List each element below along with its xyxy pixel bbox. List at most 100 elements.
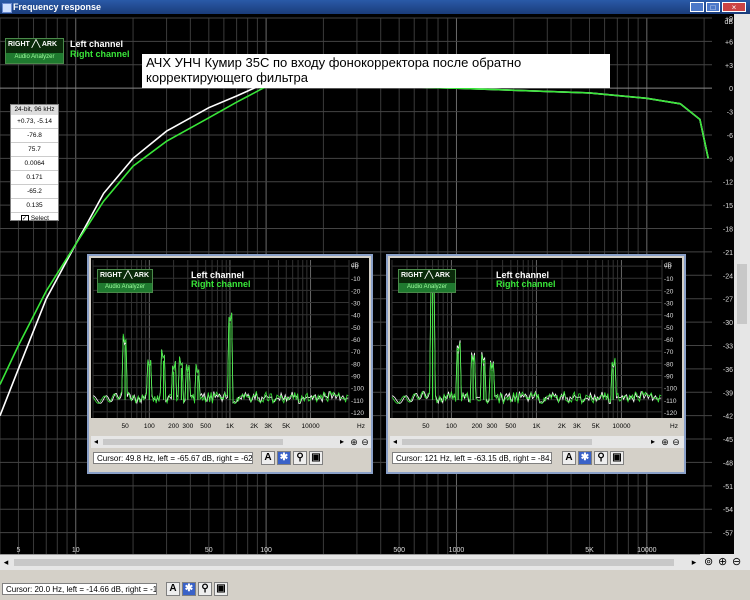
y-tick-label: -15 [723,203,733,210]
y-tick-label: -120 [351,410,364,417]
x-tick-label: 300 [182,423,193,430]
inset-legend-right: Right channel [191,279,251,289]
y-tick-label: -42 [723,414,733,421]
x-tick-label: 200 [472,423,483,430]
inset-plot[interactable]: +0 -10 -20 -30 -40 -50 -60 -70 -80 -90 -100 -110 -12… [91,258,369,436]
zoom-icon[interactable]: ⚲ [293,451,307,465]
info-value: 0.0064 [11,157,58,171]
zoom-controls: ⊚ ⊕ ⊖ [700,554,750,570]
x-tick-label: 2K [558,423,567,430]
y-tick-label: -10 [664,276,674,283]
vertical-scrollbar[interactable] [734,14,750,554]
minimize-button[interactable]: _ [690,2,704,12]
inset-horizontal-scrollbar[interactable]: ◂ ▸ ⊕ ⊖ [390,436,684,448]
zoom-in-icon[interactable]: ⊕ [349,436,359,448]
y-tick-label: -100 [664,386,677,393]
y-tick-label: -20 [664,288,674,295]
x-tick-label: 100 [446,423,457,430]
inset-statusbar: Cursor: 49.8 Hz, left = -65.67 dB, right… [91,448,371,472]
app-icon [2,3,12,13]
x-tick-label: 500 [505,423,516,430]
y-axis-unit: dB [664,262,672,269]
y-tick-label: -27 [723,297,733,304]
settings-icon[interactable]: ✱ [578,451,592,465]
inset-right-spectrum[interactable]: +0 -10 -20 -30 -40 -50 -60 -70 -80 -90 -100 -110 -12… [386,254,686,474]
y-tick-label: -30 [723,320,733,327]
x-tick-label: 2K [250,423,259,430]
y-tick-label: -40 [664,313,674,320]
save-icon[interactable]: ▣ [610,451,624,465]
cursor-readout: Cursor: 49.8 Hz, left = -65.67 dB, right… [93,452,253,464]
save-icon[interactable]: ▣ [309,451,323,465]
scroll-right-arrow-icon[interactable]: ▸ [337,436,347,448]
legend-left-channel: Left channel [70,39,124,49]
zoom-in-icon[interactable]: ⊕ [660,436,670,448]
zoom-out-icon[interactable]: ⊖ [732,555,741,568]
inset-horizontal-scrollbar[interactable]: ◂ ▸ ⊕ ⊖ [91,436,371,448]
horizontal-scrollbar[interactable]: ◂ ▸ [0,554,700,570]
scroll-left-arrow-icon[interactable]: ◂ [91,436,101,448]
y-tick-label: -60 [664,337,674,344]
scroll-thumb[interactable] [737,264,747,324]
y-tick-label: -50 [664,325,674,332]
cursor-readout: Cursor: 121 Hz, left = -63.15 dB, right … [392,452,552,464]
zoom-out-icon[interactable]: ⊖ [671,436,681,448]
x-tick-label: 300 [487,423,498,430]
scroll-left-arrow-icon[interactable]: ◂ [390,436,400,448]
select-checkbox[interactable]: ✓ [21,215,29,223]
y-tick-label: -10 [351,276,361,283]
scroll-right-arrow-icon[interactable]: ▸ [688,555,700,570]
settings-icon[interactable]: ✱ [182,582,196,596]
scroll-right-arrow-icon[interactable]: ▸ [648,436,658,448]
x-tick-label: 3K [573,423,582,430]
y-tick-label: -18 [723,227,733,234]
scroll-thumb[interactable] [103,439,283,445]
font-icon[interactable]: A [166,582,180,596]
select-label: Select [30,215,49,222]
info-value: 0.135 [11,199,58,213]
y-tick-label: -48 [723,460,733,467]
zoom-icon[interactable]: ⚲ [198,582,212,596]
save-icon[interactable]: ▣ [214,582,228,596]
y-tick-label: -80 [351,361,361,368]
x-tick-label: 100 [144,423,155,430]
y-tick-label: -57 [723,531,733,538]
scroll-thumb[interactable] [14,559,674,566]
scroll-left-arrow-icon[interactable]: ◂ [0,555,12,570]
x-tick-label: 5 [16,547,20,554]
font-icon[interactable]: A [562,451,576,465]
x-tick-label: 50 [205,547,213,554]
statusbar: Cursor: 20.0 Hz, left = -14.66 dB, right… [0,570,750,600]
inset-left-spectrum[interactable]: +0 -10 -20 -30 -40 -50 -60 -70 -80 -90 -100 -110 -12… [87,254,373,474]
y-tick-label: -110 [664,398,677,405]
x-tick-label: 3K [264,423,273,430]
select-checkbox-row[interactable]: ✓ Select [11,213,58,225]
y-tick-label: -45 [723,437,733,444]
y-axis-unit: dB [351,262,359,269]
font-icon[interactable]: A [261,451,275,465]
x-tick-label: 10000 [612,423,630,430]
y-tick-label: -54 [723,507,733,514]
y-tick-label: -36 [723,367,733,374]
x-tick-label: 50 [121,423,129,430]
zoom-icon[interactable]: ⚲ [594,451,608,465]
close-button[interactable]: × [722,2,746,12]
zoom-in-icon[interactable]: ⊕ [718,555,727,568]
inset-plot[interactable]: +0 -10 -20 -30 -40 -50 -60 -70 -80 -90 -100 -110 -12… [390,258,682,436]
y-tick-label: +6 [725,39,733,46]
settings-icon[interactable]: ✱ [277,451,291,465]
maximize-button[interactable]: □ [706,2,720,12]
info-header: 24-bit, 96 kHz [11,105,58,115]
zoom-reset-icon[interactable]: ⊚ [704,555,713,568]
rightmark-logo: RIGHT ╱╲ ARK Audio Analyzer [398,269,456,293]
y-tick-label: -70 [351,349,361,356]
zoom-out-icon[interactable]: ⊖ [360,436,370,448]
y-tick-label: -80 [664,361,674,368]
y-tick-label: +3 [725,63,733,70]
y-tick-label: -24 [723,273,733,280]
y-tick-label: -30 [351,301,361,308]
x-tick-label: 1K [532,423,541,430]
scroll-thumb[interactable] [402,439,592,445]
y-tick-label: -12 [723,180,733,187]
y-tick-label: -9 [727,156,733,163]
